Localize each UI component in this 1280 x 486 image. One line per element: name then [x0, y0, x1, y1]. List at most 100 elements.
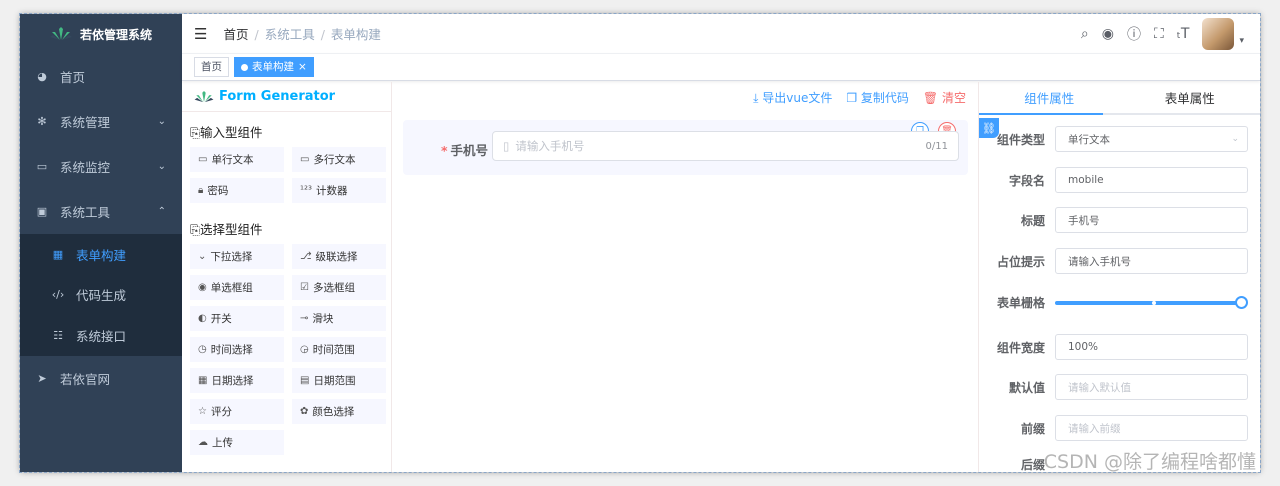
prop-label: 标题: [1020, 213, 1045, 228]
component-password[interactable]: 🔒︎ 密码: [190, 178, 284, 203]
active-dot-icon: [241, 63, 248, 71]
grid-span-slider[interactable]: [1055, 289, 1248, 315]
component-group-icon: ⎘: [190, 222, 201, 237]
slider-icon: ⊸: [300, 313, 309, 324]
slider-handle[interactable]: [1235, 296, 1248, 309]
send-icon: ➤: [37, 371, 47, 385]
prop-label: 占位提示: [996, 254, 1045, 269]
placeholder-input[interactable]: 请输入手机号: [1055, 248, 1248, 274]
component-select[interactable]: ⌄ 下拉选择: [190, 244, 284, 269]
chevron-down-icon: ⌄: [1231, 134, 1239, 144]
tags-view: 首页 表单构建 ×: [182, 54, 1260, 81]
cascader-icon: ⎇: [300, 251, 312, 262]
mobile-icon: ▯: [503, 139, 510, 153]
select-icon: ⌄: [198, 251, 207, 262]
watermark: CSDN @除了编程啥都懂: [1043, 451, 1256, 472]
component-input[interactable]: ▭ 单行文本: [190, 147, 284, 172]
sidebar-submenu: ▦ 表单构建 ‹/› 代码生成 ☷ 系统接口: [20, 234, 182, 356]
clear-button[interactable]: 🗑︎ 清空: [923, 89, 966, 106]
sidebar-item-form-build[interactable]: ▦ 表单构建: [20, 234, 182, 275]
breadcrumb-home[interactable]: 首页: [223, 27, 248, 42]
radio-icon: ◉: [198, 282, 207, 293]
sidebar-item-system-monitor[interactable]: ▭ 系统监控 ⌄: [20, 144, 182, 189]
download-icon: ⤓: [753, 90, 763, 105]
tag-home[interactable]: 首页: [194, 57, 229, 77]
leaf-logo-icon: [49, 27, 72, 40]
main-area: ☰ 首页 / 系统工具 / 表单构建 ⌕ ◉ ⓘ ⛶ ₜT ▾ 首页 表单构建 ×: [182, 14, 1260, 472]
prop-title: 标题 手机号: [979, 207, 1248, 233]
monitor-icon: ▭: [36, 160, 48, 173]
app-logo[interactable]: 若依管理系统: [20, 14, 182, 54]
table-icon: ▦: [52, 247, 64, 261]
gear-icon: ✻: [37, 115, 47, 128]
font-size-icon[interactable]: ₜT: [1177, 26, 1190, 42]
dashboard-icon: ◕: [37, 70, 47, 83]
component-checkbox[interactable]: ☑ 多选框组: [292, 275, 386, 300]
component-type-select[interactable]: 单行文本 ⌄: [1055, 126, 1248, 152]
component-number[interactable]: ¹²³ 计数器: [292, 178, 386, 203]
breadcrumb-parent: 系统工具: [264, 27, 315, 42]
component-date-range[interactable]: ▤ 日期范围: [292, 368, 386, 393]
copy-code-button[interactable]: ❐ 复制代码: [846, 89, 909, 106]
slider-stop: [1151, 301, 1156, 305]
tab-component-props[interactable]: 组件属性: [979, 82, 1120, 113]
sidebar-item-label: 代码生成: [76, 288, 127, 304]
export-vue-button[interactable]: ⤓ 导出vue文件: [753, 89, 832, 106]
avatar[interactable]: [1202, 18, 1235, 50]
time-range-icon: ◶: [300, 344, 309, 355]
chevron-up-icon: ⌃: [157, 206, 166, 217]
width-input[interactable]: 100%: [1055, 334, 1248, 360]
component-textarea[interactable]: ▭ 多行文本: [292, 147, 386, 172]
prop-grid-span: 表单栅格: [979, 289, 1248, 315]
prefix-input[interactable]: 请输入前缀: [1055, 415, 1248, 441]
input-components-grid: ▭ 单行文本 ▭ 多行文本 🔒︎ 密码 ¹²³ 计数器: [182, 147, 391, 203]
sidebar-item-home[interactable]: ◕ 首页: [20, 54, 182, 99]
component-time-range[interactable]: ◶ 时间范围: [292, 337, 386, 362]
upload-icon: ☁: [198, 437, 208, 448]
properties-panel: 组件属性 表单属性 ⛓ 组件类型 单行文本 ⌄ 字段名 mobile 标题 手机号: [978, 82, 1260, 472]
canvas-form-item[interactable]: ❐ 🗑︎ *手机号 ▯ 请输入手机号 0/11: [403, 120, 968, 175]
mobile-input[interactable]: ▯ 请输入手机号 0/11: [492, 131, 959, 161]
component-time[interactable]: ◷ 时间选择: [190, 337, 284, 362]
fullscreen-icon[interactable]: ⛶: [1154, 26, 1164, 42]
component-upload[interactable]: ☁ 上传: [190, 430, 284, 455]
slider-track: [1055, 301, 1242, 305]
search-icon[interactable]: ⌕: [1081, 26, 1089, 42]
component-slider[interactable]: ⊸ 滑块: [292, 306, 386, 331]
prop-label: 字段名: [1008, 173, 1045, 188]
component-group-icon: ⎘: [190, 125, 201, 140]
component-radio[interactable]: ◉ 单选框组: [190, 275, 284, 300]
help-icon[interactable]: ⓘ: [1127, 24, 1141, 44]
default-input[interactable]: 请输入默认值: [1055, 374, 1248, 400]
prop-prefix: 前缀 请输入前缀: [979, 415, 1248, 441]
lock-icon: 🔒︎: [198, 185, 204, 196]
sidebar-item-code-gen[interactable]: ‹/› 代码生成: [20, 275, 182, 316]
tag-form-build[interactable]: 表单构建 ×: [234, 57, 314, 77]
sidebar-item-website[interactable]: ➤ 若依官网: [20, 356, 182, 401]
breadcrumb-current: 表单构建: [330, 27, 381, 42]
close-icon[interactable]: ×: [298, 58, 307, 76]
code-icon: ‹/›: [51, 288, 65, 302]
sidebar-item-label: 系统接口: [76, 328, 127, 344]
sidebar-item-api[interactable]: ☷ 系统接口: [20, 315, 182, 356]
leaf-logo-icon: [194, 90, 214, 102]
sidebar-item-label: 系统管理: [60, 115, 111, 130]
prop-label: 组件类型: [996, 132, 1045, 147]
component-cascader[interactable]: ⎇ 级联选择: [292, 244, 386, 269]
copy-icon: ❐: [846, 90, 861, 105]
navbar: ☰ 首页 / 系统工具 / 表单构建 ⌕ ◉ ⓘ ⛶ ₜT ▾: [182, 14, 1260, 54]
sidebar-item-system-manage[interactable]: ✻ 系统管理 ⌄: [20, 99, 182, 144]
hamburger-icon[interactable]: ☰: [194, 25, 207, 43]
component-rate[interactable]: ☆ 评分: [190, 399, 284, 424]
field-name-input[interactable]: mobile: [1055, 167, 1248, 193]
caret-down-icon[interactable]: ▾: [1239, 36, 1244, 46]
title-input[interactable]: 手机号: [1055, 207, 1248, 233]
github-icon[interactable]: ◉: [1102, 26, 1114, 42]
tab-form-props[interactable]: 表单属性: [1120, 82, 1261, 113]
select-components-grid: ⌄ 下拉选择 ⎇ 级联选择 ◉ 单选框组 ☑ 多选框组 ◐ 开关 ⊸ 滑块 ◷ 时间选择 ◶ 时…: [182, 244, 391, 455]
sidebar-item-system-tools[interactable]: ▣ 系统工具 ⌃: [20, 189, 182, 234]
component-date[interactable]: ▦ 日期选择: [190, 368, 284, 393]
char-count: 0/11: [925, 140, 948, 152]
component-switch[interactable]: ◐ 开关: [190, 306, 284, 331]
component-color[interactable]: ✿ 颜色选择: [292, 399, 386, 424]
